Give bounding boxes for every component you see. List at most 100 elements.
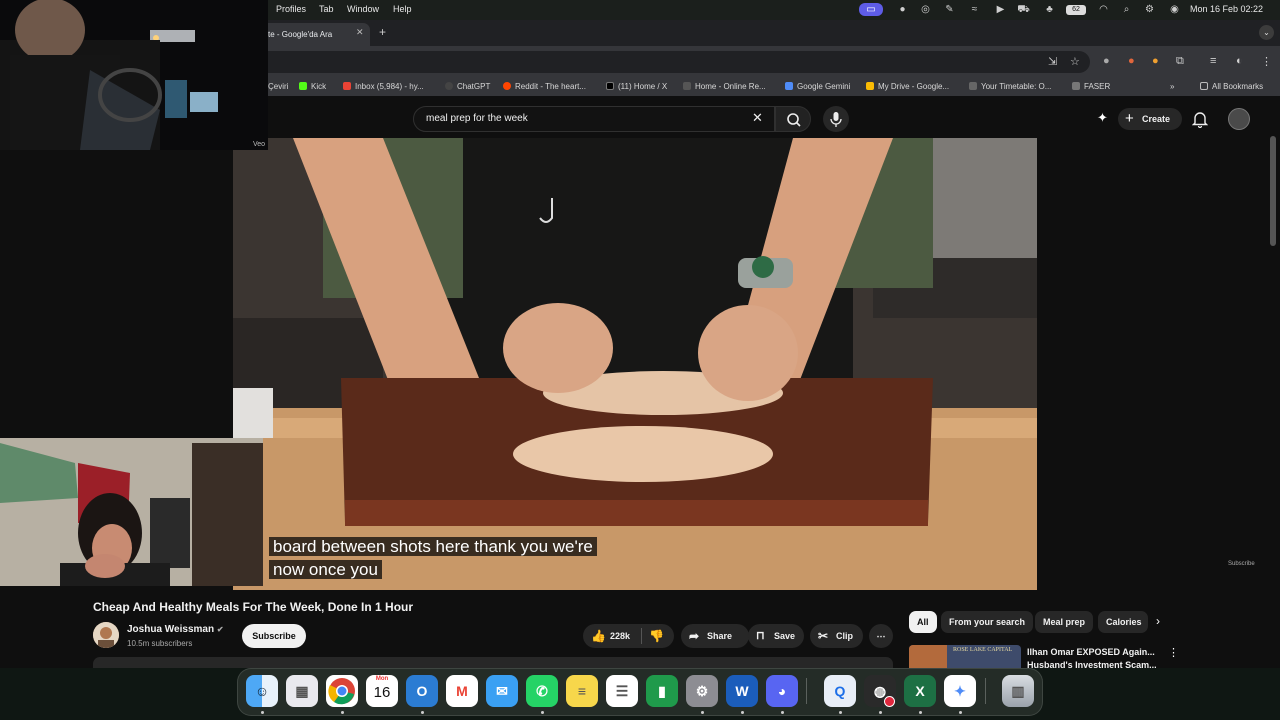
tab-search-chevron-icon[interactable]: ⌄ — [1259, 25, 1274, 40]
tab-google-search[interactable]: te - Google'da Ara — [250, 23, 370, 46]
address-bar[interactable] — [200, 51, 1090, 73]
recommended-more-icon[interactable]: ⋮ — [1168, 646, 1179, 659]
new-tab-icon[interactable]: + — [379, 25, 386, 39]
recommended-title[interactable]: Ilhan Omar EXPOSED Again... Husband's In… — [1027, 646, 1157, 672]
bookmark-item[interactable]: Reddit - The heart... — [503, 82, 586, 91]
word-icon[interactable]: W — [726, 675, 758, 707]
video-frame — [233, 138, 1037, 590]
bookmark-star-icon[interactable]: ☆ — [1070, 55, 1080, 68]
excel-icon[interactable]: X — [904, 675, 936, 707]
tab-title: te - Google'da Ara — [268, 30, 333, 39]
extensions-puzzle-icon[interactable]: ⧉ — [1176, 55, 1184, 68]
finder-icon[interactable]: ☺ — [246, 675, 278, 707]
recommended-thumbnail[interactable]: ROSE LAKE CAPITAL — [909, 645, 1021, 668]
install-app-icon[interactable]: ⇲ — [1048, 55, 1057, 68]
page-scrollbar[interactable] — [1270, 136, 1276, 246]
discord-icon[interactable]: ◕ — [766, 675, 798, 707]
menu-window[interactable]: Window — [347, 4, 379, 14]
subscribe-button[interactable]: Subscribe — [242, 624, 306, 648]
menubar-clock[interactable]: Mon 16 Feb 02:22 — [1190, 4, 1263, 14]
bookmark-item[interactable]: Inbox (5,984) - hy... — [343, 82, 424, 91]
launchpad-icon[interactable]: ▦ — [286, 675, 318, 707]
car-icon[interactable]: ⛟ — [1017, 3, 1030, 16]
chip-calories[interactable]: Calories — [1098, 611, 1148, 633]
bookmark-item[interactable]: (11) Home / X — [606, 82, 667, 91]
spotify-icon[interactable]: ◎ — [919, 3, 932, 16]
dislike-icon[interactable]: 👎 — [649, 624, 664, 648]
notifications-bell-icon[interactable] — [1192, 110, 1208, 128]
subscribe-watermark[interactable]: Subscribe — [1228, 561, 1255, 567]
description-box[interactable] — [93, 657, 893, 668]
bookmark-item[interactable]: FASER — [1072, 82, 1110, 91]
caption-line-1: board between shots here thank you we're — [269, 537, 597, 556]
extension-3-icon[interactable]: ● — [1152, 55, 1159, 67]
share-label: Share — [707, 631, 733, 641]
tab-close-icon[interactable]: ✕ — [356, 27, 364, 38]
bookmark-item[interactable]: Kick — [299, 82, 326, 91]
chrome-menu-icon[interactable]: ⋮ — [1261, 55, 1272, 68]
clip-button[interactable]: ✂ Clip — [810, 624, 863, 648]
extension-2-icon[interactable]: ● — [1128, 55, 1135, 67]
chip-all[interactable]: All — [909, 611, 937, 633]
chip-meal-prep[interactable]: Meal prep — [1035, 611, 1094, 633]
notes-icon[interactable]: ≡ — [566, 675, 598, 707]
clear-search-icon[interactable]: ✕ — [752, 110, 763, 126]
system-settings-icon[interactable]: ⚙ — [686, 675, 718, 707]
channel-avatar-image — [93, 622, 119, 648]
channel-name[interactable]: Joshua Weissman ✔ — [127, 624, 224, 635]
chrome-icon[interactable] — [326, 675, 358, 707]
trash-icon[interactable]: ▥ — [1002, 675, 1034, 707]
outlook-icon[interactable]: O — [406, 675, 438, 707]
channel-avatar[interactable] — [93, 622, 119, 648]
wifi-icon[interactable]: ◠ — [1097, 3, 1110, 16]
gemini-icon[interactable]: ✦ — [944, 675, 976, 707]
search-button[interactable] — [775, 106, 811, 132]
status-dot-icon[interactable]: ● — [896, 3, 909, 16]
bookmark-item[interactable]: Home - Online Re... — [683, 82, 766, 91]
all-bookmarks[interactable]: All Bookmarks — [1200, 82, 1263, 91]
search-input[interactable]: meal prep for the week — [413, 106, 775, 132]
bookmark-item[interactable]: ChatGPT — [445, 82, 490, 91]
bookmark-item[interactable]: Çeviri — [268, 82, 288, 91]
menu-tab[interactable]: Tab — [319, 4, 334, 14]
bookmarks-overflow-icon[interactable]: » — [1170, 82, 1174, 91]
screen-record-icon[interactable]: ▭ — [859, 3, 883, 16]
more-actions-icon[interactable]: ⋯ — [869, 624, 893, 648]
feather-icon[interactable]: ✎ — [943, 3, 956, 16]
control-center-icon[interactable]: ⚙ — [1143, 3, 1156, 16]
like-count[interactable]: 228k — [610, 624, 630, 648]
wave-icon[interactable]: ≈ — [968, 3, 981, 16]
search-icon — [787, 113, 801, 127]
chevron-right-icon[interactable]: › — [1156, 614, 1160, 628]
profile-icon[interactable]: ◐ — [1236, 55, 1243, 67]
like-dislike-group: 👍 228k 👎 — [583, 624, 674, 648]
media-controls-icon[interactable]: ≡ — [1210, 55, 1216, 67]
like-icon[interactable]: 👍 — [591, 624, 606, 648]
search-icon[interactable]: ⌕ — [1120, 3, 1133, 16]
siri-icon[interactable]: ◉ — [1168, 3, 1181, 16]
video-player[interactable] — [233, 138, 1037, 590]
share-button[interactable]: ➦ Share — [681, 624, 749, 648]
whatsapp-icon[interactable]: ✆ — [526, 675, 558, 707]
chip-from-your-search[interactable]: From your search — [941, 611, 1034, 633]
menu-help[interactable]: Help — [393, 4, 412, 14]
play-icon[interactable]: ▶ — [994, 3, 1007, 16]
bookmark-item[interactable]: Your Timetable: O... — [969, 82, 1051, 91]
bookmark-item[interactable]: My Drive - Google... — [866, 82, 949, 91]
extension-1-icon[interactable]: ● — [1103, 55, 1110, 67]
battery-icon[interactable]: 62 — [1066, 5, 1086, 15]
account-avatar[interactable] — [1228, 108, 1250, 130]
gemini-sparkle-icon[interactable]: ✦ — [1097, 110, 1108, 126]
save-button[interactable]: ⊓ Save — [748, 624, 804, 648]
bookmark-label: ChatGPT — [457, 82, 491, 91]
numbers-icon[interactable]: ▮ — [646, 675, 678, 707]
voice-search-button[interactable] — [823, 106, 849, 132]
quicktime-icon[interactable]: Q — [824, 675, 856, 707]
gmail-icon[interactable]: M — [446, 675, 478, 707]
menu-profiles[interactable]: Profiles — [276, 4, 306, 14]
reminders-icon[interactable]: ☰ — [606, 675, 638, 707]
bookmark-item[interactable]: Google Gemini — [785, 82, 850, 91]
calendar-icon[interactable]: Mon 16 — [366, 675, 398, 707]
mail-icon[interactable]: ✉ — [486, 675, 518, 707]
palm-icon[interactable]: ♣ — [1043, 3, 1056, 16]
